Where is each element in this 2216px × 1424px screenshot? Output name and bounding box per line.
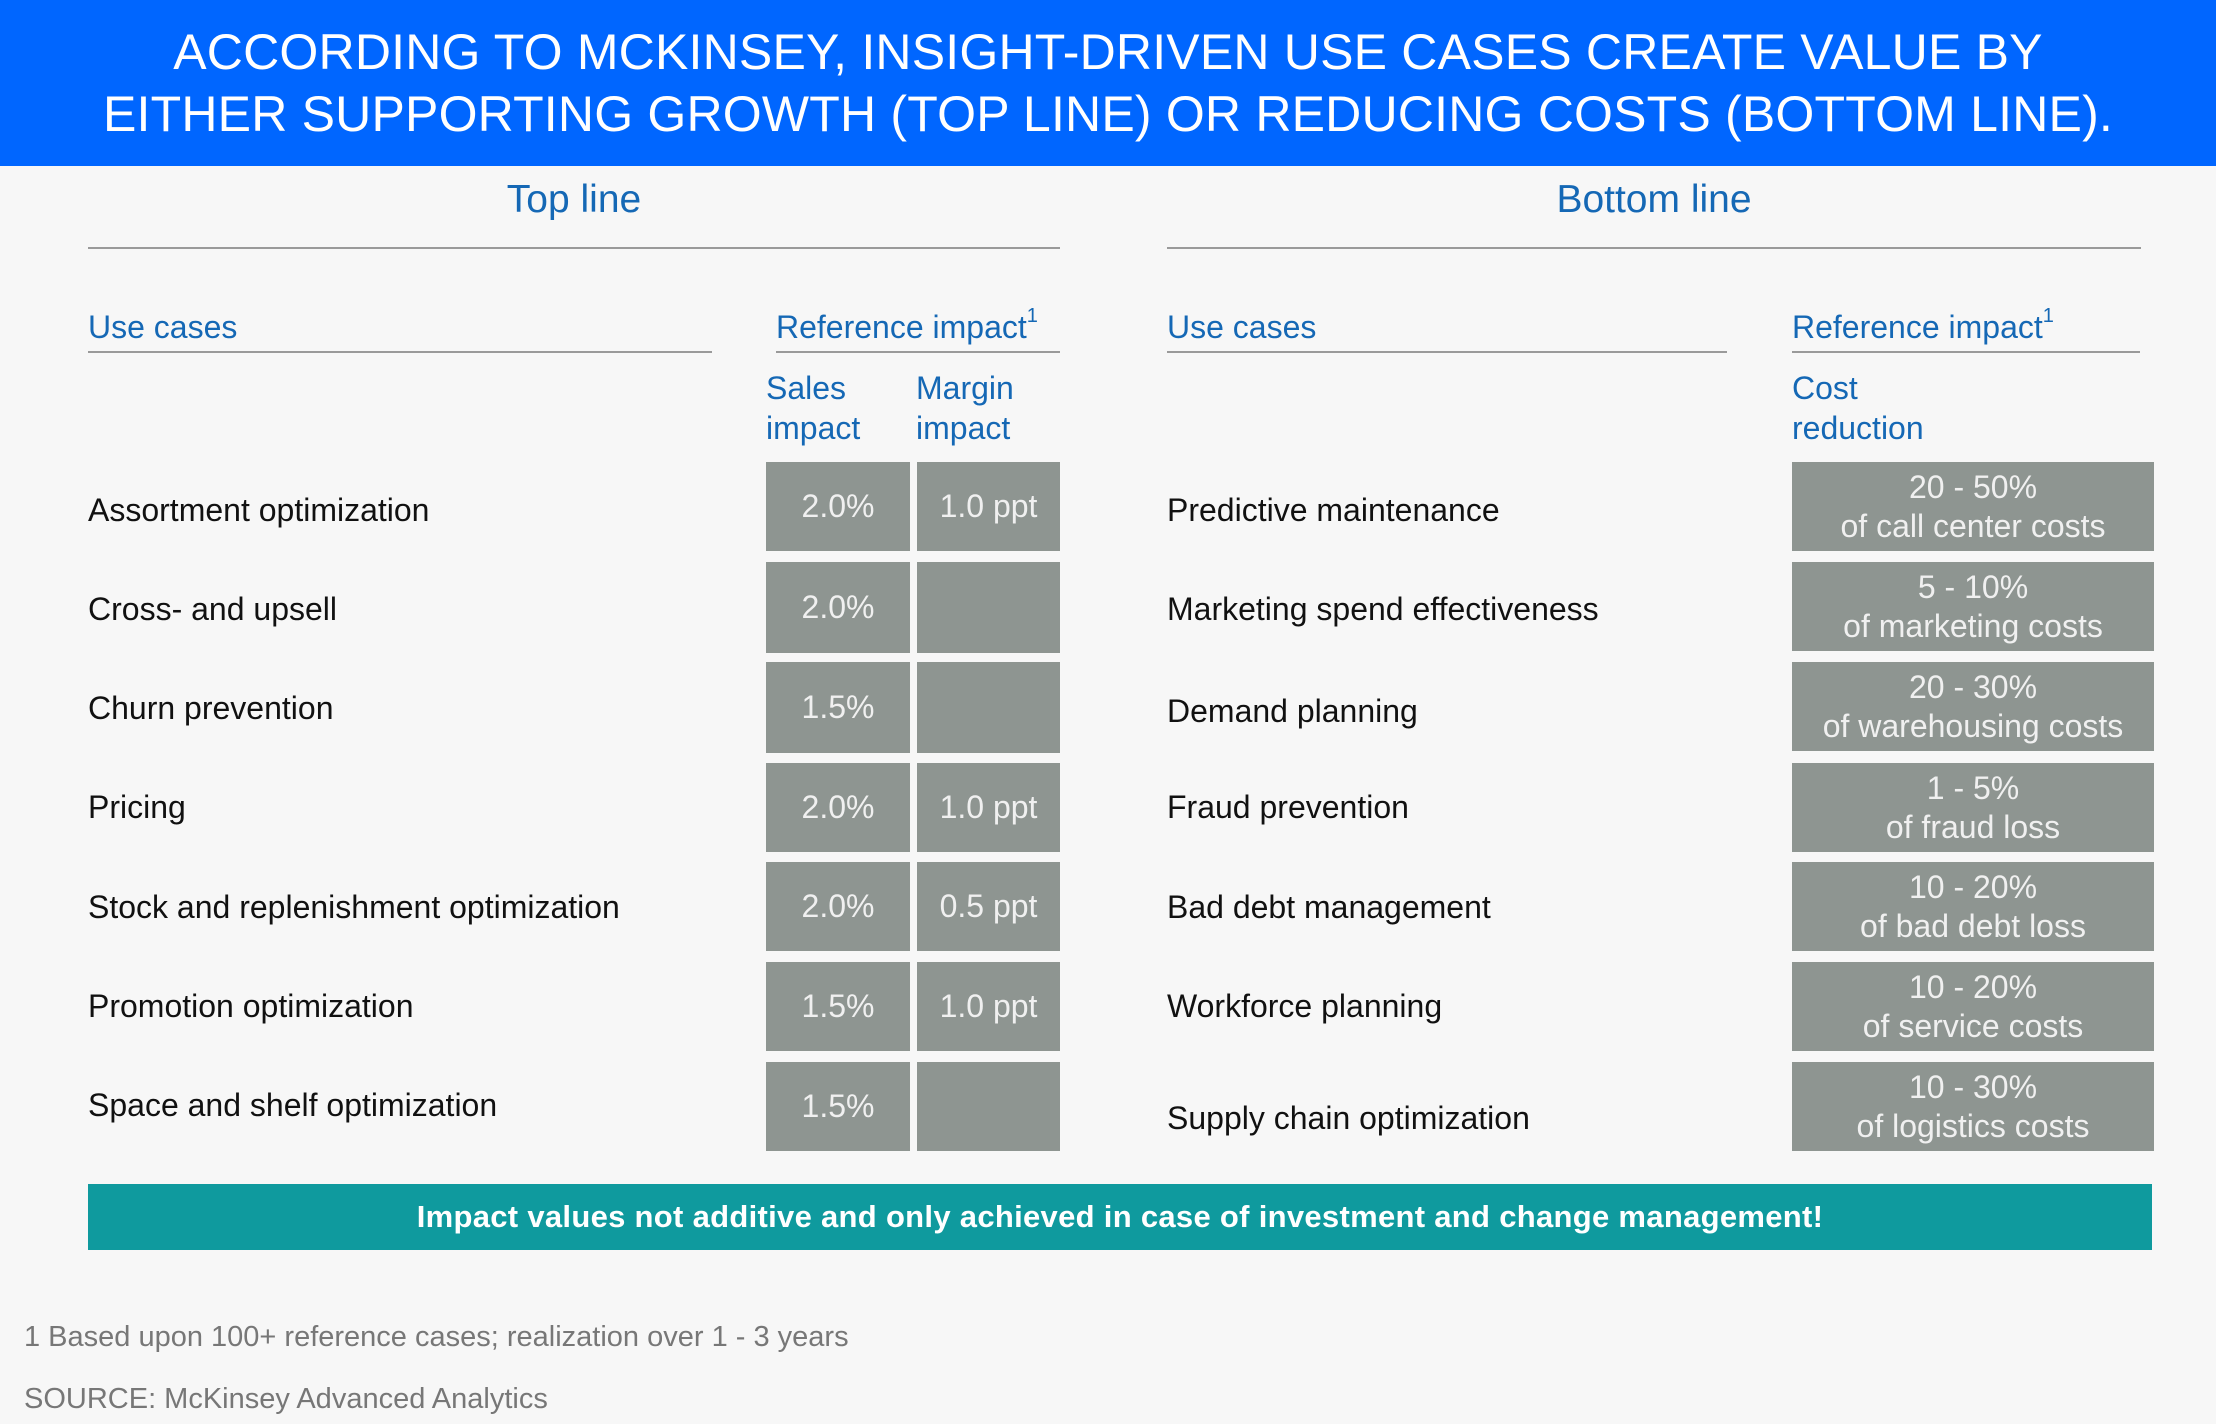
title-banner: ACCORDING TO MCKINSEY, INSIGHT-DRIVEN US… (0, 0, 2216, 166)
sales-impact-cell: 2.0% (766, 862, 910, 951)
cost-basis: of fraud loss (1885, 808, 2061, 845)
top-line-title: Top line (506, 178, 642, 221)
cost-reduction-cell: 10 - 30% of logistics costs (1792, 1062, 2154, 1151)
margin-impact-cell: 1.0 ppt (917, 962, 1060, 1051)
bottom-row-label: Fraud prevention (1167, 789, 1409, 825)
cost-reduction-cell: 20 - 30% of warehousing costs (1792, 662, 2154, 751)
top-row-label: Pricing (88, 789, 186, 825)
source-note: SOURCE: McKinsey Advanced Analytics (24, 1383, 548, 1415)
cost-range: 10 - 20% (1908, 868, 2038, 905)
margin-impact-cell: 0.5 ppt (917, 862, 1060, 951)
margin-impact-cell: 1.0 ppt (917, 462, 1060, 551)
top-row-label: Cross- and upsell (88, 591, 337, 627)
sales-impact-cell: 1.5% (766, 662, 910, 753)
cost-basis: of logistics costs (1856, 1107, 2090, 1144)
top-reference-impact-header: Reference impact1 (776, 305, 1038, 345)
cost-basis: of bad debt loss (1860, 907, 2086, 944)
top-row-label: Churn prevention (88, 690, 334, 726)
top-row-label: Stock and replenishment optimization (88, 889, 620, 925)
top-row-label: Promotion optimization (88, 988, 414, 1024)
bottom-line-title: Bottom line (1556, 178, 1752, 221)
top-line-rule (88, 247, 1060, 249)
cost-reduction-cell: 1 - 5% of fraud loss (1792, 763, 2154, 852)
cost-basis: of marketing costs (1843, 607, 2103, 644)
top-row-label: Space and shelf optimization (88, 1087, 498, 1123)
cost-basis: of service costs (1862, 1007, 2084, 1044)
cost-reduction-cell: 5 - 10% of marketing costs (1792, 562, 2154, 651)
margin-impact-cell (917, 1062, 1060, 1151)
bottom-row-label: Marketing spend effectiveness (1167, 591, 1599, 627)
cost-reduction-cell: 10 - 20% of bad debt loss (1792, 862, 2154, 951)
footnote-marker: 1 (1026, 305, 1038, 327)
cost-reduction-cell: 20 - 50% of call center costs (1792, 462, 2154, 551)
banner-line-2: EITHER SUPPORTING GROWTH (TOP LINE) OR R… (102, 86, 2114, 142)
bottom-use-cases-rule (1167, 351, 1727, 353)
bottom-reference-impact-rule (1792, 351, 2140, 353)
margin-impact-cell (917, 562, 1060, 653)
bottom-reference-impact-header: Reference impact1 (1792, 305, 2054, 345)
banner-line-1: ACCORDING TO MCKINSEY, INSIGHT-DRIVEN US… (173, 24, 2043, 80)
bottom-row-label: Predictive maintenance (1167, 492, 1500, 528)
margin-impact-cell (917, 662, 1060, 753)
bottom-row-label: Bad debt management (1167, 889, 1491, 925)
cost-range: 20 - 50% (1908, 468, 2038, 505)
disclaimer-banner: Impact values not additive and only achi… (88, 1184, 2152, 1250)
sales-impact-cell: 2.0% (766, 462, 910, 551)
cost-range: 5 - 10% (1917, 568, 2029, 605)
footnote: 1 Based upon 100+ reference cases; reali… (24, 1321, 849, 1353)
footnote-marker: 1 (2042, 305, 2054, 327)
cost-range: 1 - 5% (1926, 769, 2020, 806)
top-reference-impact-rule (776, 351, 1060, 353)
cost-range: 20 - 30% (1908, 668, 2038, 705)
sales-impact-header: Sales impact (766, 370, 861, 446)
sales-impact-cell: 1.5% (766, 962, 910, 1051)
sales-impact-cell: 1.5% (766, 1062, 910, 1151)
sales-impact-cell: 2.0% (766, 562, 910, 653)
cost-range: 10 - 20% (1908, 968, 2038, 1005)
top-row-label: Assortment optimization (88, 492, 430, 528)
margin-impact-cell: 1.0 ppt (917, 763, 1060, 852)
cost-basis: of warehousing costs (1822, 707, 2124, 744)
cost-reduction-cell: 10 - 20% of service costs (1792, 962, 2154, 1051)
margin-impact-header: Margin impact (916, 370, 1014, 446)
top-use-cases-header: Use cases (88, 309, 238, 345)
top-use-cases-rule (88, 351, 712, 353)
cost-reduction-header: Cost reduction (1792, 370, 1924, 446)
cost-basis: of call center costs (1840, 507, 2106, 544)
bottom-row-label: Workforce planning (1167, 988, 1443, 1024)
sales-impact-cell: 2.0% (766, 763, 910, 852)
bottom-row-label: Supply chain optimization (1167, 1100, 1530, 1136)
bottom-line-rule (1167, 247, 2141, 249)
cost-range: 10 - 30% (1908, 1068, 2038, 1105)
bottom-row-label: Demand planning (1167, 693, 1418, 729)
bottom-use-cases-header: Use cases (1167, 309, 1317, 345)
